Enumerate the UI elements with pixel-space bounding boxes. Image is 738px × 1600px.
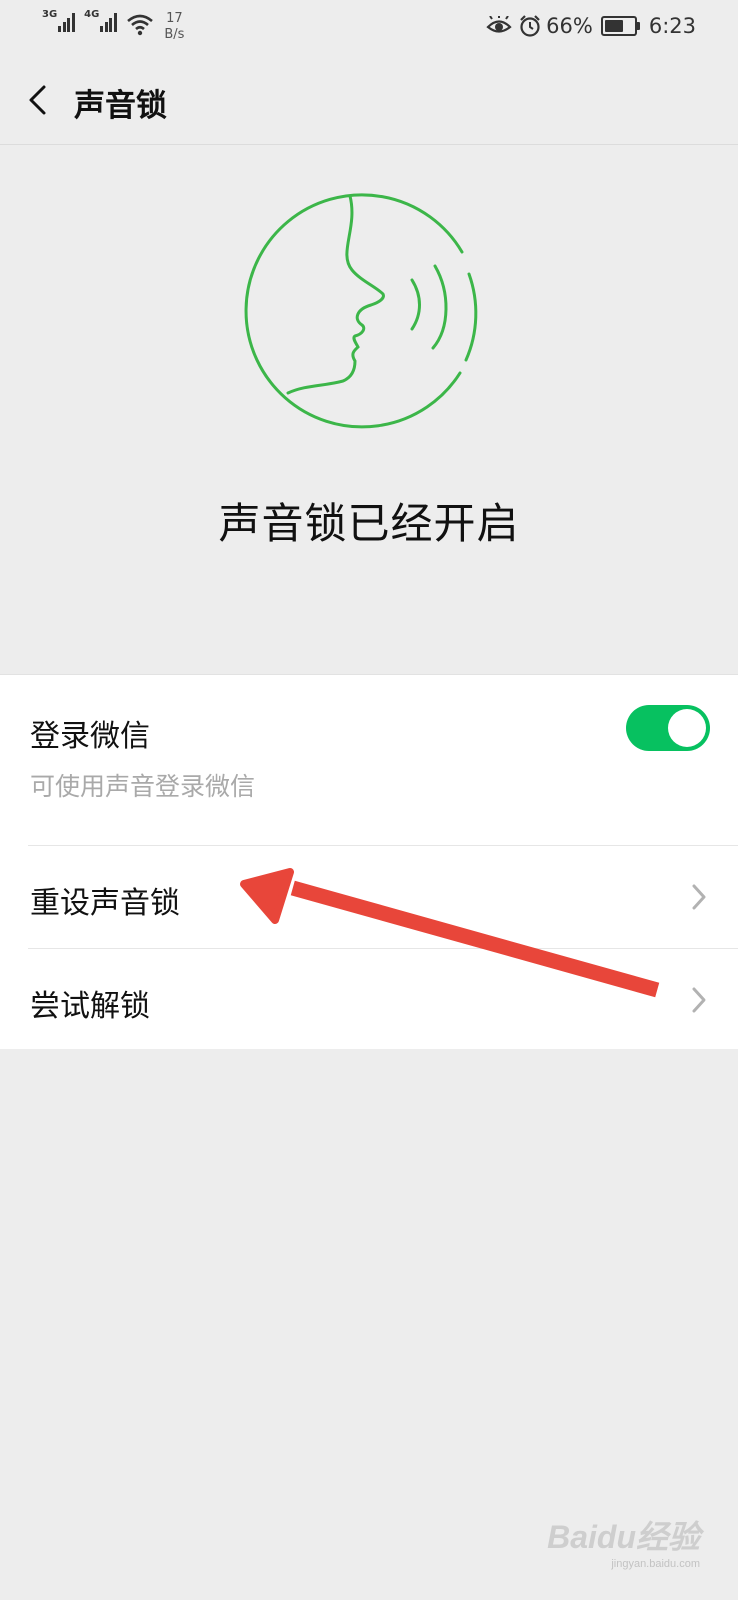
- signal-icon: [58, 10, 76, 32]
- reset-voice-lock-label: 重设声音锁: [30, 886, 180, 921]
- watermark-url: jingyan.baidu.com: [611, 1558, 700, 1570]
- chevron-right-icon: [692, 987, 706, 1013]
- network-speed: 17 B/s: [164, 11, 184, 43]
- battery-icon: [600, 16, 640, 36]
- network-speed-unit: B/s: [164, 27, 185, 42]
- login-wechat-row: 登录微信 可使用声音登录微信: [0, 675, 738, 845]
- page-title: 声音锁: [74, 88, 167, 124]
- status-bar-left: 3G 4G 17 B/s: [42, 10, 184, 43]
- clock: 6:23: [648, 14, 696, 38]
- try-unlock-row[interactable]: 尝试解锁: [0, 949, 738, 1049]
- settings-panel: 登录微信 可使用声音登录微信 重设声音锁 尝试解锁: [0, 674, 738, 1049]
- network-speed-value: 17: [166, 11, 183, 26]
- status-bar: 3G 4G 17 B/s 66% 6:23: [0, 0, 738, 56]
- back-arrow-icon: [29, 85, 46, 115]
- chevron-right-icon: [692, 884, 706, 910]
- battery-percent: 66%: [546, 14, 593, 38]
- network-type-1: 3G: [42, 9, 58, 20]
- wifi-icon: [127, 14, 154, 36]
- signal-icon: [100, 10, 118, 32]
- voice-face-icon: [244, 193, 478, 429]
- network-type-2: 4G: [84, 9, 100, 20]
- alarm-icon: [520, 15, 540, 37]
- watermark-logo: Baidu经验 jingyan.baidu.com: [547, 1512, 700, 1570]
- login-wechat-description: 可使用声音登录微信: [30, 772, 256, 801]
- nav-bar: 声音锁: [0, 56, 738, 145]
- back-button[interactable]: [18, 78, 62, 122]
- eye-comfort-icon: [486, 16, 512, 33]
- login-wechat-label: 登录微信: [30, 719, 150, 754]
- watermark-text: Baidu经验: [547, 1519, 700, 1555]
- battery-level: [604, 20, 624, 32]
- voice-lock-status: 声音锁已经开启: [218, 499, 520, 548]
- reset-voice-lock-row[interactable]: 重设声音锁: [0, 846, 738, 948]
- try-unlock-label: 尝试解锁: [30, 989, 150, 1024]
- login-wechat-toggle[interactable]: [626, 705, 710, 751]
- status-bar-right: 66% 6:23: [486, 14, 696, 38]
- toggle-knob: [668, 709, 706, 747]
